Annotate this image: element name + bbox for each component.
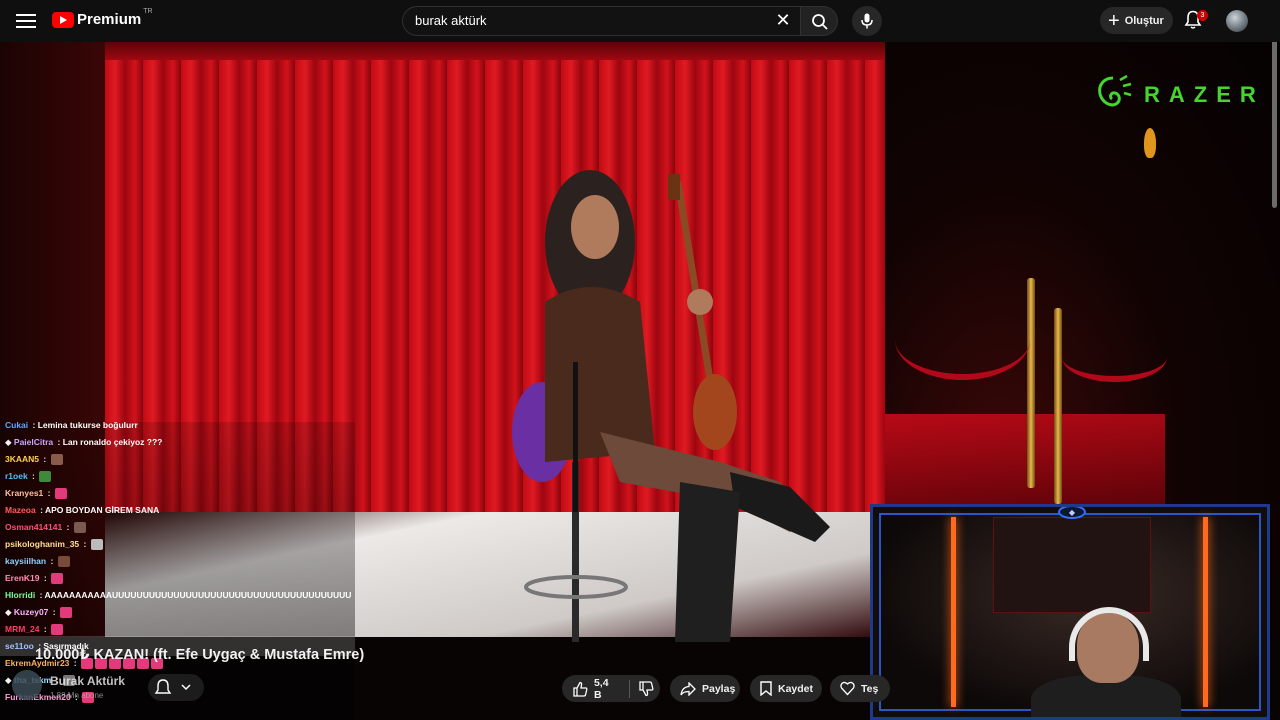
velvet-rope: [895, 300, 1030, 380]
like-count[interactable]: 5,4 B: [594, 677, 619, 701]
chat-username: psikologhanim_35: [5, 539, 80, 549]
microphone-icon: [861, 13, 873, 29]
subscription-bell-button[interactable]: [148, 674, 204, 701]
emote-icon: [50, 454, 63, 466]
flame-icon: [1144, 128, 1156, 158]
create-button[interactable]: + Oluştur: [1100, 7, 1173, 34]
chat-message: 3KAAN5 :: [5, 452, 63, 466]
subscriber-count: 1,88 Mn abone: [50, 691, 104, 700]
neon-light: [1203, 517, 1208, 707]
account-avatar[interactable]: [1226, 10, 1248, 32]
heart-emote-icon: [51, 624, 64, 636]
logo-text: Premium: [77, 11, 142, 28]
search-icon: [812, 14, 828, 30]
top-bar: Premium TR ✕ + Oluştur 3: [0, 0, 1280, 42]
thumbs-down-icon[interactable]: [638, 680, 654, 697]
chat-text: APO BOYDAN GİREM SANA: [44, 505, 160, 515]
plus-icon: +: [1108, 9, 1120, 32]
chat-username: PaielCitra: [13, 437, 54, 447]
notification-badge: 3: [1197, 10, 1208, 21]
performer-with-saz: [512, 170, 830, 642]
chat-username: MRM_24: [5, 624, 40, 634]
chat-message: Kranyes1 :: [5, 486, 67, 500]
razer-logo: RAZER: [1094, 74, 1269, 114]
chat-username: r1oek: [5, 471, 28, 481]
chat-username: Hlorridi: [5, 590, 36, 600]
search-button[interactable]: [800, 6, 838, 36]
chat-username: kaysiilhan: [5, 556, 47, 566]
chat-username: Kuzey07: [13, 607, 49, 617]
bell-icon: [154, 679, 191, 694]
velvet-rope: [1062, 332, 1167, 382]
facecam-logo-icon: ◆: [1058, 507, 1086, 519]
stanchion-post: [1054, 308, 1062, 504]
video-title: 10.000₺ KAZAN! (ft. Efe Uygaç & Mustafa …: [35, 647, 365, 663]
chat-username: Kranyes1: [5, 488, 44, 498]
share-label: Paylaş: [702, 682, 736, 695]
channel-name[interactable]: Burak Aktürk: [50, 674, 125, 688]
divider: [629, 679, 631, 698]
face-emote-icon: [73, 522, 86, 534]
neon-light: [951, 517, 956, 707]
bookmark-icon: [760, 681, 772, 696]
facecam-video: [879, 513, 1261, 717]
chat-message: Osman414141 :: [5, 520, 86, 534]
chat-message: ErenK19 :: [5, 571, 64, 585]
chat-username: Cukai: [5, 420, 29, 430]
streamer-facecam: ◆: [870, 504, 1270, 720]
logo-region: TR: [143, 8, 153, 15]
chat-username: Osman414141: [5, 522, 63, 532]
chat-text: Lan ronaldo çekiyoz ???: [62, 437, 163, 447]
menu-icon[interactable]: [14, 10, 38, 32]
search-input[interactable]: [415, 13, 755, 28]
chat-username: Mazeoa: [5, 505, 36, 515]
cat-emote-icon: [90, 539, 103, 551]
chat-message: Cukai : Lemina tukurse boğulurr: [5, 420, 138, 430]
frog-emote-icon: [39, 471, 52, 483]
youtube-play-icon: [52, 11, 74, 28]
share-icon: [680, 681, 696, 696]
curtain-top: [105, 42, 885, 60]
clear-search-icon[interactable]: ✕: [772, 10, 794, 32]
video-player[interactable]: RAZER Cukai : Lemina tukurse boğulurr ◆ …: [0, 42, 1280, 720]
voice-search-button[interactable]: [852, 6, 882, 36]
razer-snake-icon: [1098, 74, 1132, 107]
save-button[interactable]: Kaydet: [750, 675, 822, 702]
chat-message: Hlorridi : AAAAAAAAAAAUUUUUUUUUUUUUUUUUU…: [5, 590, 352, 600]
thumbs-up-icon[interactable]: [572, 681, 588, 697]
channel-avatar[interactable]: [12, 670, 42, 700]
emote-icon: [57, 556, 70, 568]
razer-text: RAZER: [1144, 82, 1265, 107]
chat-username: se11oo: [5, 641, 34, 651]
create-label: Oluştur: [1124, 14, 1164, 27]
heart-emote-icon: [59, 607, 72, 619]
search-box: [402, 6, 800, 36]
chat-username: 3KAAN5: [5, 454, 40, 464]
super-thanks-icon: [840, 681, 855, 696]
collectibles-shelf: [993, 517, 1151, 613]
chat-message: psikologhanim_35 :: [5, 537, 103, 551]
chat-text: Lemina tukurse boğulurr: [37, 420, 138, 430]
like-dislike-group: 5,4 B: [562, 675, 660, 702]
heart-emote-icon: [54, 488, 67, 500]
chat-message: ◆ PaielCitra : Lan ronaldo çekiyoz ???: [5, 437, 163, 447]
chat-username: ErenK19: [5, 573, 40, 583]
save-label: Kaydet: [778, 682, 814, 695]
chat-message: Mazeoa : APO BOYDAN GİREM SANA: [5, 505, 160, 515]
heart-emote-icon: [51, 573, 64, 585]
chat-message: r1oek :: [5, 469, 52, 483]
chat-text: AAAAAAAAAAAUUUUUUUUUUUUUUUUUUUUUUUUUUUUU…: [44, 590, 352, 600]
red-carpet: [885, 414, 1165, 510]
chat-message: kaysiilhan :: [5, 554, 70, 568]
headphones-icon: [1069, 607, 1149, 661]
share-button[interactable]: Paylaş: [670, 675, 740, 702]
chat-message: ◆ Kuzey07 :: [5, 605, 72, 619]
youtube-premium-logo[interactable]: Premium TR: [52, 8, 153, 28]
thanks-label: Teş: [861, 682, 879, 695]
chat-message: MRM_24 :: [5, 622, 64, 636]
thanks-button[interactable]: Teş: [830, 675, 890, 702]
